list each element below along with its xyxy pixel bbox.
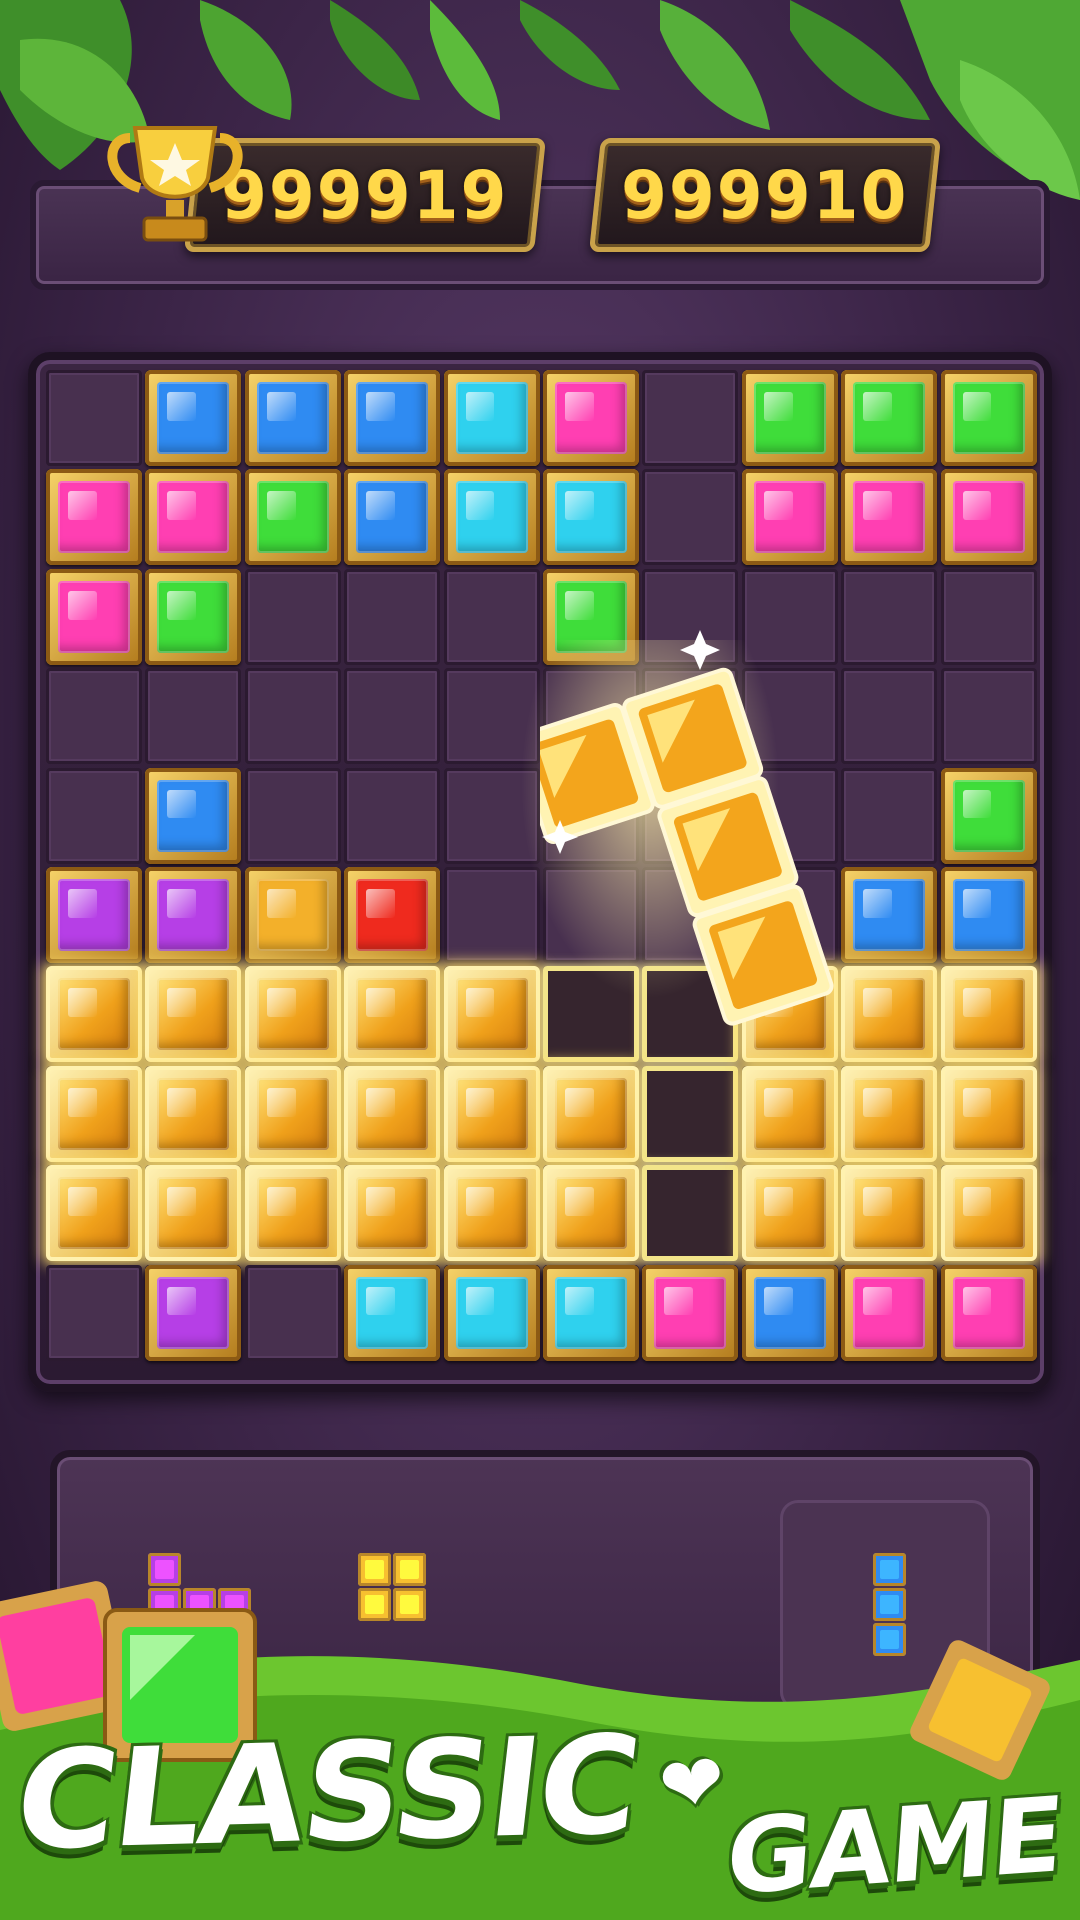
gold-gem-block [244, 1065, 341, 1162]
tray-piece-block[interactable] [873, 1588, 906, 1621]
board-cell[interactable] [244, 1264, 341, 1361]
cyan-gem-block [543, 1264, 639, 1361]
current-score: 999910 [621, 156, 909, 234]
board-cell[interactable] [46, 370, 142, 466]
pink-gem-block [46, 568, 142, 665]
board-cell[interactable] [344, 568, 441, 665]
board-cell[interactable] [244, 668, 341, 765]
pink-gem-block [46, 469, 142, 566]
heart-icon: ❤ [654, 1735, 732, 1835]
cyan-gem-block [443, 370, 540, 466]
gold-gem-block [741, 1165, 838, 1262]
cyan-gem-block [443, 469, 540, 566]
gold-gem-block [344, 966, 441, 1063]
green-gem-block [940, 370, 1037, 466]
blue-gem-block [145, 370, 242, 466]
green-gem-block [841, 370, 938, 466]
board-cell[interactable] [46, 668, 142, 765]
cyan-gem-block [443, 1264, 540, 1361]
green-gem-block [145, 568, 242, 665]
pink-gem-block [940, 1264, 1037, 1361]
best-score: 999919 [221, 156, 509, 234]
gold-gem-block [344, 1065, 441, 1162]
board-cell[interactable] [244, 568, 341, 665]
green-gem-block [741, 370, 838, 466]
orange-gem-block [244, 867, 341, 963]
blue-gem-block [741, 1264, 838, 1361]
gold-gem-block [244, 966, 341, 1063]
dragged-piece[interactable] [540, 610, 960, 1090]
gold-gem-block [145, 1065, 242, 1162]
pink-gem-block [940, 469, 1037, 566]
gold-gem-block [145, 1165, 242, 1262]
board-cell[interactable] [145, 668, 242, 765]
banner-game: GAME [722, 1773, 1066, 1919]
green-gem-block [244, 469, 341, 566]
blue-gem-block [344, 370, 441, 466]
board-cell[interactable] [46, 1264, 142, 1361]
tray-piece-block[interactable] [393, 1553, 426, 1586]
pink-gem-block [841, 469, 938, 566]
gold-gem-block [145, 966, 242, 1063]
purple-gem-block [46, 867, 142, 963]
gold-gem-block [46, 1165, 142, 1262]
trophy-icon [107, 126, 243, 242]
cyan-gem-block [344, 1264, 441, 1361]
gold-gem-block [46, 1065, 142, 1162]
decor-gold-gem [910, 1640, 1050, 1780]
tray-piece-block[interactable] [358, 1588, 391, 1621]
gold-gem-block [543, 1165, 639, 1262]
gold-gem-block [46, 966, 142, 1063]
pink-gem-block [543, 370, 639, 466]
board-cell[interactable] [642, 370, 739, 466]
pink-gem-block [642, 1264, 739, 1361]
pink-gem-block [145, 469, 242, 566]
banner-classic: CLASSIC [7, 1706, 646, 1882]
gold-gem-block [841, 1165, 938, 1262]
tray-piece-block[interactable] [873, 1553, 906, 1586]
tray-piece-block[interactable] [393, 1588, 426, 1621]
purple-gem-block [145, 1264, 242, 1361]
gold-gem-block [443, 1165, 540, 1262]
blue-gem-block [244, 370, 341, 466]
drop-target-cell[interactable] [642, 1165, 739, 1262]
board-cell[interactable] [46, 767, 142, 864]
board-cell[interactable] [344, 668, 441, 765]
blue-gem-block [344, 469, 441, 566]
board-cell[interactable] [244, 767, 341, 864]
purple-gem-block [145, 867, 242, 963]
blue-gem-block [145, 767, 242, 864]
pink-gem-block [841, 1264, 938, 1361]
gold-gem-block [344, 1165, 441, 1262]
tray-piece-block[interactable] [358, 1553, 391, 1586]
cyan-gem-block [543, 469, 639, 566]
red-gem-block [344, 867, 441, 963]
board-cell[interactable] [642, 469, 739, 566]
current-score-box: 999910 [589, 138, 941, 252]
gold-gem-block [940, 1165, 1037, 1262]
gold-gem-block [443, 1065, 540, 1162]
tray-piece-block[interactable] [148, 1553, 181, 1586]
gold-gem-block [244, 1165, 341, 1262]
pink-gem-block [741, 469, 838, 566]
board-cell[interactable] [344, 767, 441, 864]
